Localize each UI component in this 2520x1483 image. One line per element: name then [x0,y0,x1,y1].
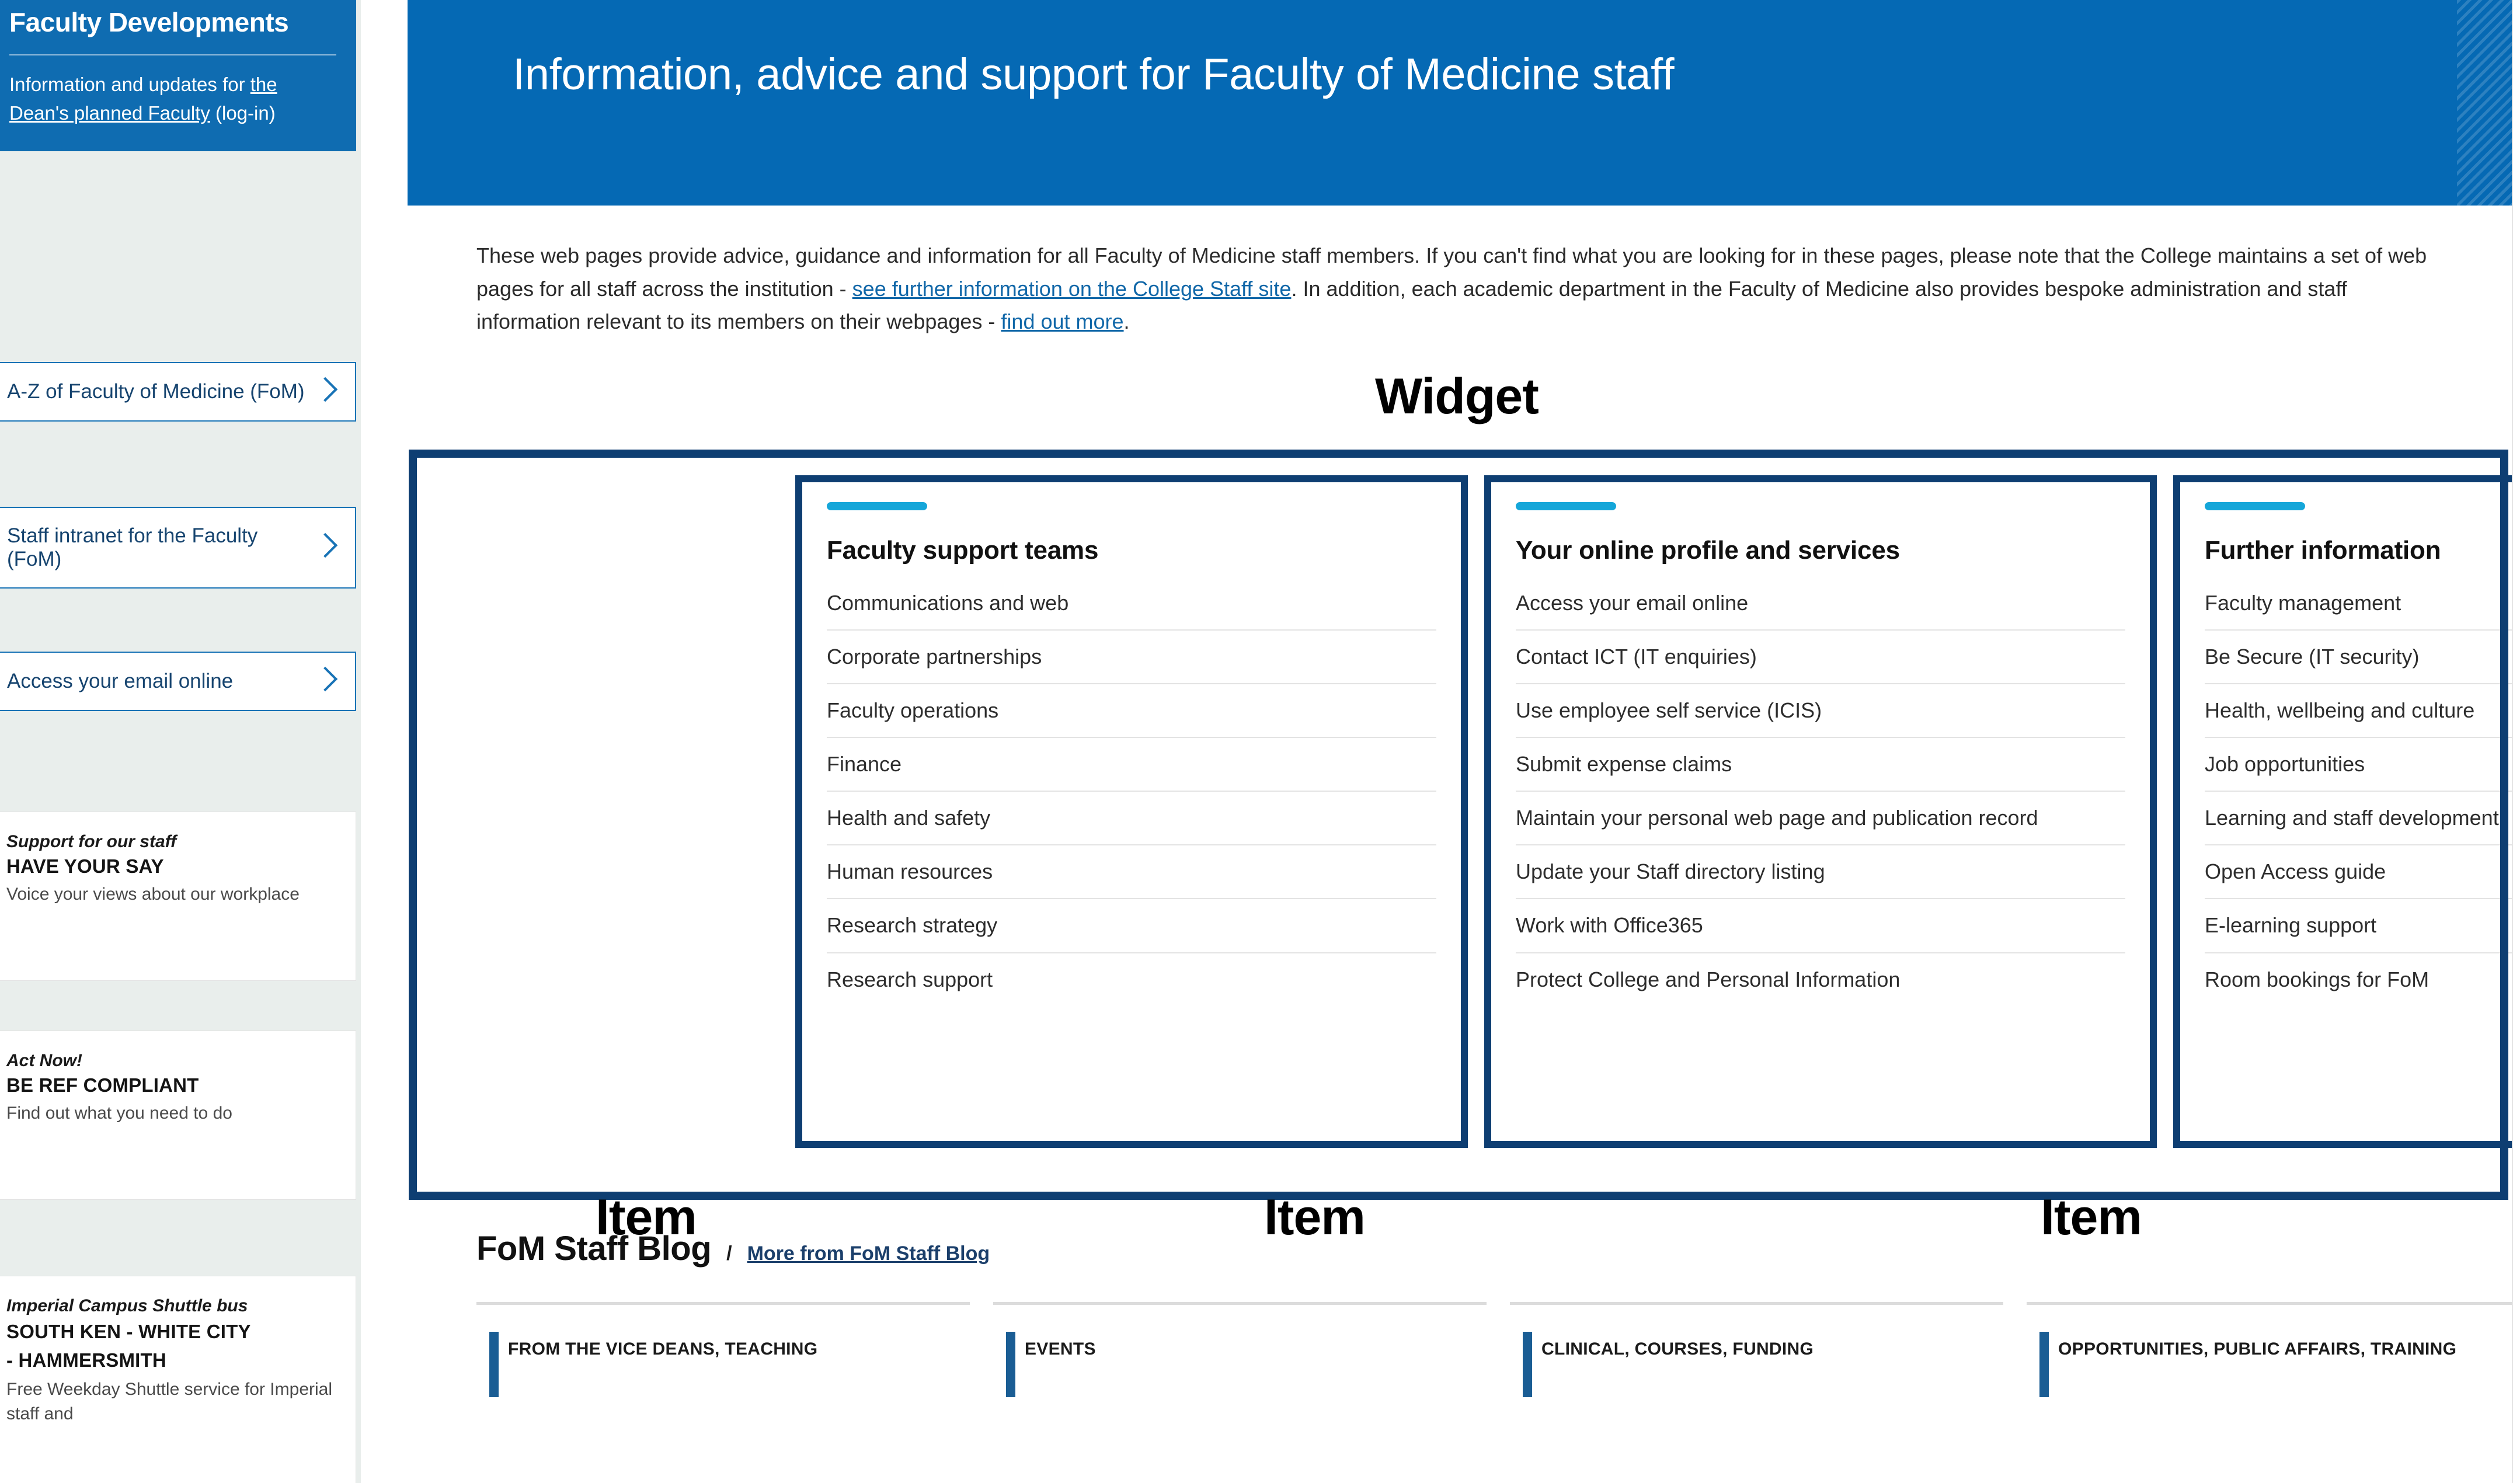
sidebar-nav-card-label: Access your email online [7,670,234,692]
promo-kicker: Imperial Campus Shuttle bus [6,1296,248,1315]
card-accent-bar [1523,1332,1532,1397]
page-root: Faculty Developments Information and upd… [0,0,2520,1483]
annotation-label-item-2: Item [1264,1189,1366,1245]
promo-body: Free Weekday Shuttle service for Imperia… [6,1379,333,1424]
promo-title-line1: SOUTH KEN - WHITE CITY [6,1321,251,1342]
sidebar-promo-heading: Faculty Developments [9,7,289,37]
promo-title-line2: - HAMMERSMITH [6,1349,166,1371]
blog-card-category: CLINICAL, COURSES, FUNDING [1541,1339,1814,1359]
sidebar-promo-have-your-say[interactable]: Support for our staff HAVE YOUR SAY Voic… [0,812,356,981]
college-staff-site-link[interactable]: see further information on the College S… [852,277,1292,301]
sidebar-promo-faculty-developments[interactable]: Faculty Developments Information and upd… [0,0,356,151]
blog-card[interactable]: CLINICAL, COURSES, FUNDING [1510,1302,2003,1397]
promo-kicker: Act Now! [6,1051,82,1070]
sidebar-promo-shuttle-bus[interactable]: Imperial Campus Shuttle bus SOUTH KEN - … [0,1276,356,1483]
promo-title: BE REF COMPLIANT [6,1074,199,1096]
promo-body-post: (log-in) [210,102,276,124]
annotation-label-widget: Widget [1375,368,1539,424]
blog-card-category: FROM THE VICE DEANS, TEACHING [508,1339,818,1359]
annotation-outline-widget [409,450,2508,1200]
blog-card-category: OPPORTUNITIES, PUBLIC AFFAIRS, TRAINING [2058,1339,2457,1359]
left-sidebar: Faculty Developments Information and upd… [0,0,361,1483]
chevron-right-icon [314,669,339,694]
card-accent-bar [489,1332,499,1397]
promo-body: Voice your views about our workplace [6,885,300,904]
blog-card-list: FROM THE VICE DEANS, TEACHING EVENTS CLI… [476,1302,2520,1397]
sidebar-nav-card-staff-intranet[interactable]: Staff intranet for the Faculty (FoM) [0,507,356,589]
promo-kicker: Support for our staff [6,832,177,851]
card-accent-bar [2039,1332,2049,1397]
card-accent-bar [1006,1332,1015,1397]
blog-card[interactable]: OPPORTUNITIES, PUBLIC AFFAIRS, TRAINING [2027,1302,2520,1397]
sidebar-nav-card-email[interactable]: Access your email online [0,652,356,711]
page-hero-banner: Information, advice and support for Facu… [408,0,2520,206]
chevron-right-icon [314,380,339,404]
chevron-right-icon [314,535,339,560]
find-out-more-link[interactable]: find out more [1001,309,1123,333]
promo-body: Find out what you need to do [6,1103,232,1123]
page-right-gutter [2512,0,2520,1483]
page-title: Information, advice and support for Facu… [513,50,1675,99]
annotation-label-item-1: Item [596,1189,697,1245]
divider [9,54,336,55]
more-from-blog-link[interactable]: More from FoM Staff Blog [747,1242,990,1265]
promo-body-pre: Information and updates for [9,73,250,95]
blog-card-category: EVENTS [1025,1339,1096,1359]
blog-separator: / [726,1242,732,1265]
blog-header: FoM Staff Blog / More from FoM Staff Blo… [476,1229,2520,1268]
blog-card[interactable]: FROM THE VICE DEANS, TEACHING [476,1302,970,1397]
annotation-label-item-3: Item [2041,1189,2142,1245]
intro-paragraph: These web pages provide advice, guidance… [476,239,2438,339]
sidebar-nav-card-label: Staff intranet for the Faculty (FoM) [7,524,258,570]
promo-title: HAVE YOUR SAY [6,855,164,877]
sidebar-promo-ref-compliant[interactable]: Act Now! BE REF COMPLIANT Find out what … [0,1031,356,1200]
blog-card[interactable]: EVENTS [993,1302,1487,1397]
intro-text-3: . [1123,309,1130,334]
sidebar-promo-body: Information and updates for the Dean's p… [0,71,336,128]
sidebar-nav-card-az[interactable]: A-Z of Faculty of Medicine (FoM) [0,362,356,422]
hatch-pattern-decoration [2457,0,2520,206]
fom-staff-blog-section: FoM Staff Blog / More from FoM Staff Blo… [476,1229,2520,1397]
sidebar-nav-card-label: A-Z of Faculty of Medicine (FoM) [7,380,305,403]
